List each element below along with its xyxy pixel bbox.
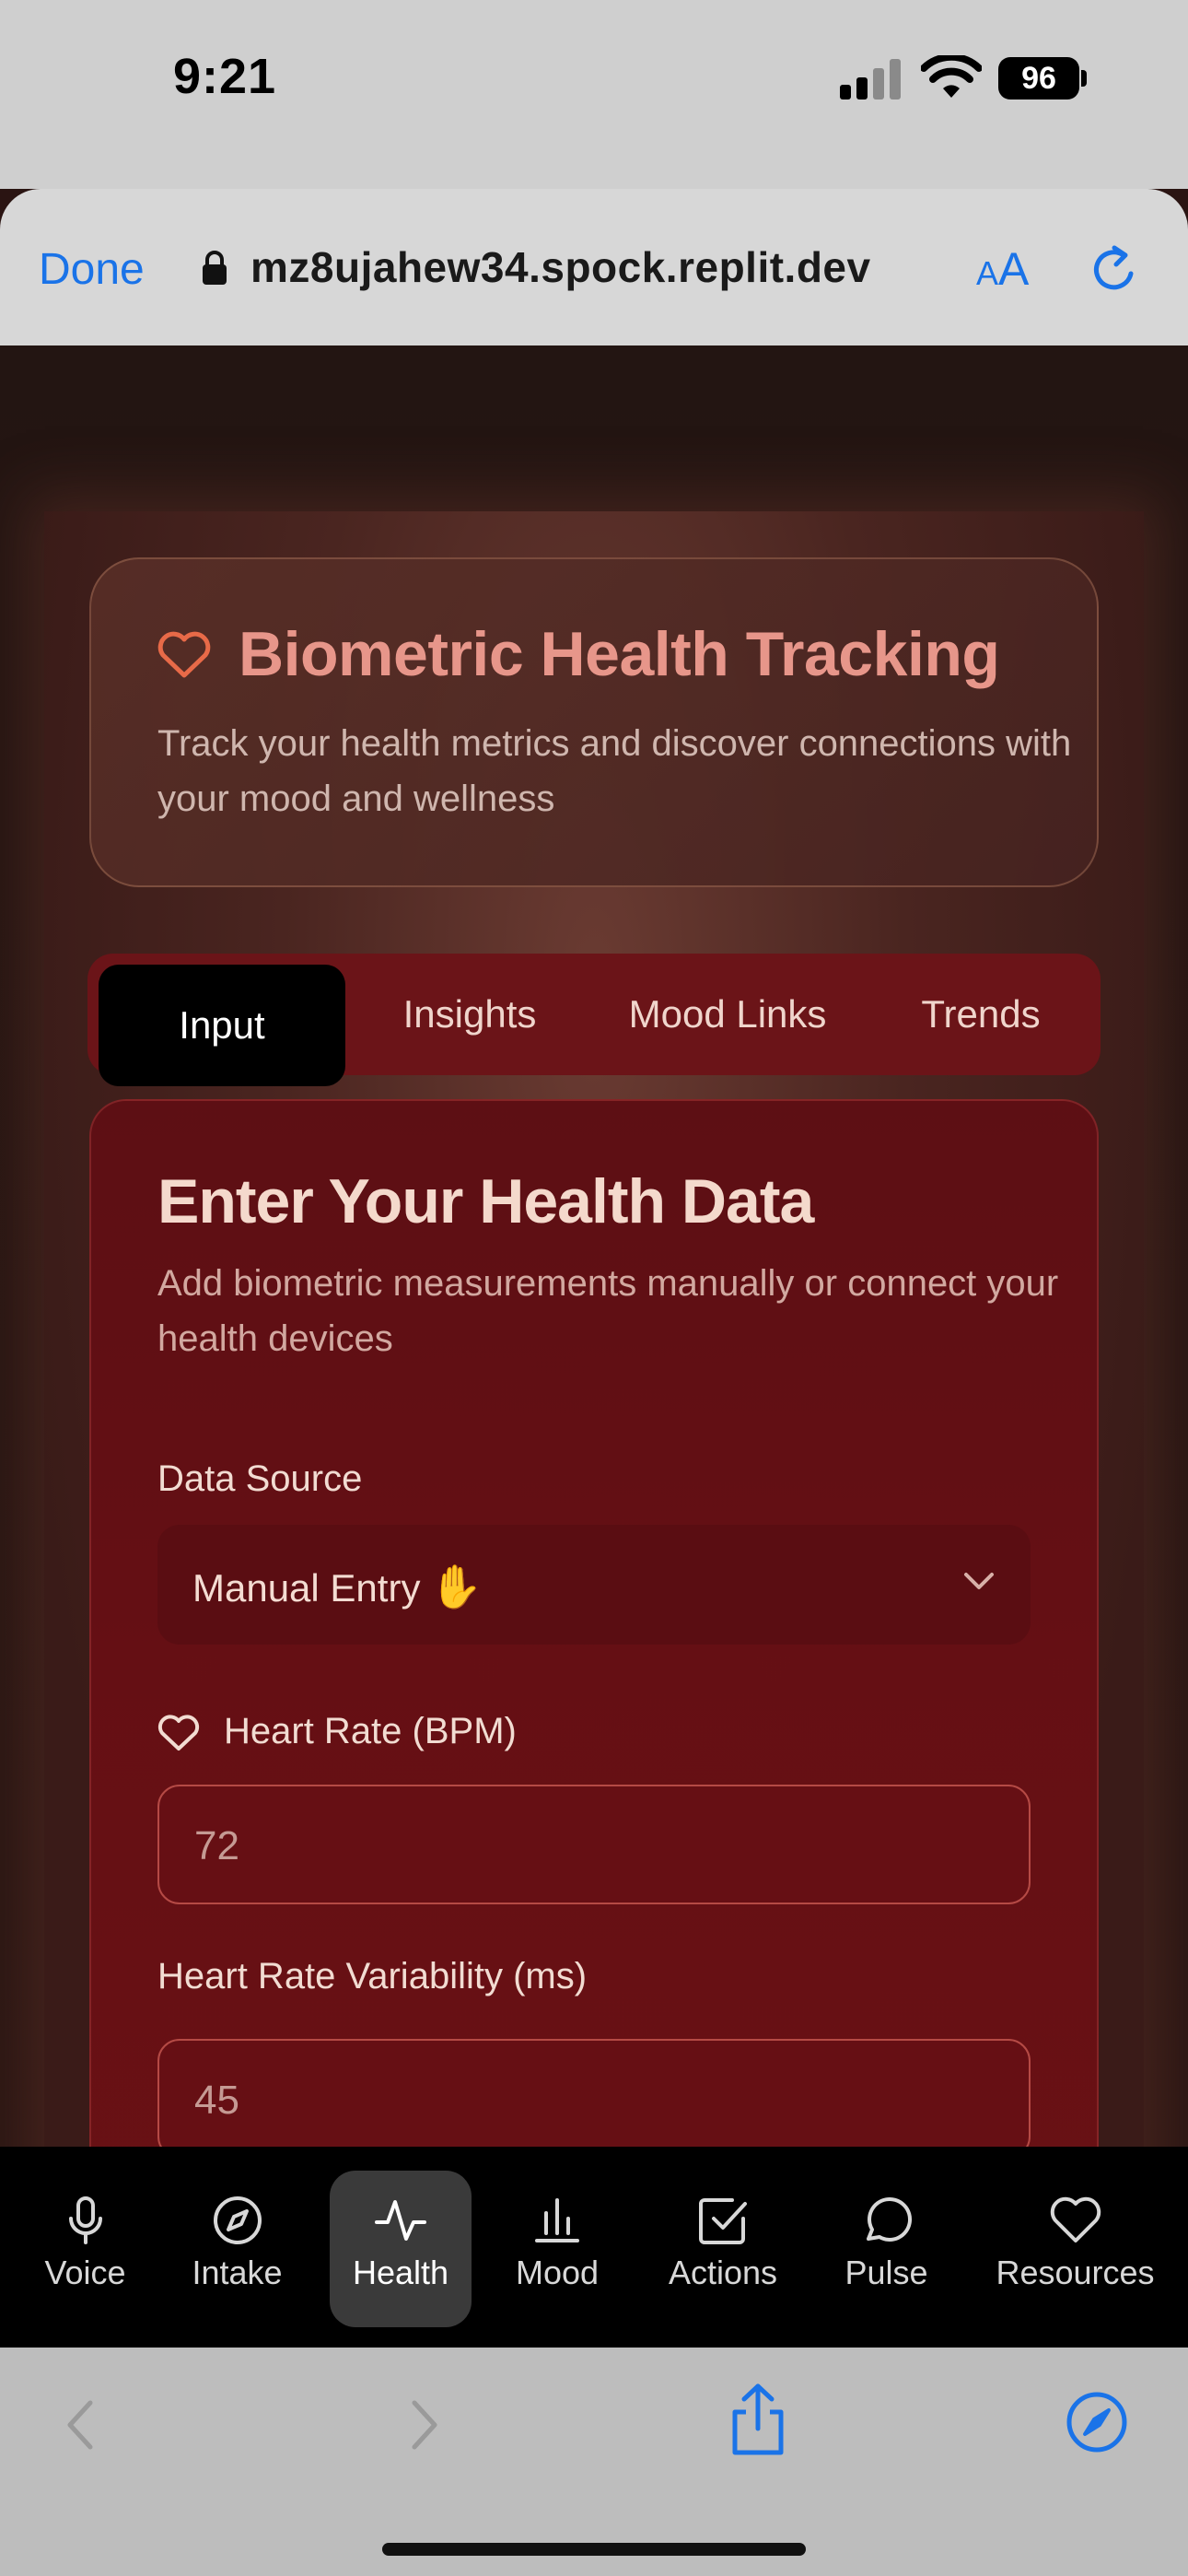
nav-actions-label: Actions [668, 2254, 778, 2291]
hrv-input[interactable]: 45 [157, 2039, 1031, 2159]
heart-rate-placeholder: 72 [194, 1823, 239, 1868]
hrv-label: Heart Rate Variability (ms) [157, 1956, 588, 1996]
share-icon[interactable] [728, 2381, 788, 2458]
nav-pulse[interactable]: Pulse [820, 2171, 953, 2327]
done-button[interactable]: Done [39, 244, 145, 295]
forward-icon[interactable] [405, 2397, 442, 2453]
reload-icon[interactable] [1087, 242, 1142, 298]
back-icon[interactable] [63, 2397, 99, 2453]
form-title: Enter Your Health Data [157, 1166, 814, 1236]
safari-compass-icon[interactable] [1065, 2390, 1129, 2454]
nav-voice-label: Voice [44, 2254, 126, 2291]
data-source-value-text: Manual Entry [192, 1566, 421, 1610]
battery-tip [1081, 70, 1087, 87]
activity-icon [375, 2200, 426, 2241]
heart-icon [1050, 2196, 1101, 2242]
reader-text-size-button[interactable]: AA [976, 242, 1029, 296]
battery-indicator: 96 [998, 57, 1079, 100]
nav-actions[interactable]: Actions [649, 2171, 797, 2327]
heart-rate-heart-icon [157, 1715, 200, 1751]
hero-card: Biometric Health Tracking Track your hea… [89, 557, 1099, 887]
mic-icon [68, 2196, 102, 2244]
browser-toolbar [0, 2348, 1188, 2576]
heart-rate-label: Heart Rate (BPM) [224, 1711, 517, 1751]
page-title: Biometric Health Tracking [239, 619, 1000, 689]
heart-icon [157, 631, 211, 678]
aa-small-label: A [976, 254, 999, 292]
nav-pulse-label: Pulse [844, 2254, 928, 2291]
page-subtitle: Track your health metrics and discover c… [157, 723, 1072, 819]
nav-resources-label: Resources [996, 2254, 1155, 2291]
tab-insights[interactable]: Insights [359, 954, 580, 1075]
browser-address-bar: Done mz8ujahew34.spock.replit.dev AA [0, 189, 1188, 345]
nav-health[interactable]: Health [330, 2171, 472, 2327]
aa-big-label: A [998, 243, 1030, 295]
nav-mood-label: Mood [515, 2254, 600, 2291]
tab-mood-links[interactable]: Mood Links [603, 954, 852, 1075]
heart-rate-input[interactable]: 72 [157, 1785, 1031, 1904]
nav-health-label: Health [352, 2254, 449, 2291]
data-source-value: Manual Entry ✋ [192, 1562, 483, 1612]
bar-chart-icon [535, 2198, 579, 2242]
tab-input[interactable]: Input [99, 965, 345, 1086]
hand-emoji: ✋ [429, 1563, 483, 1610]
tab-trends[interactable]: Trends [875, 954, 1087, 1075]
cellular-signal-icon [840, 59, 904, 100]
data-source-label: Data Source [157, 1458, 363, 1499]
compass-icon [213, 2196, 262, 2244]
url-field[interactable]: mz8ujahew34.spock.replit.dev [250, 242, 871, 292]
app-bottom-nav: Voice Intake Health Mood Actions Pulse R… [0, 2147, 1188, 2348]
nav-intake[interactable]: Intake [170, 2171, 304, 2327]
wifi-icon [921, 55, 982, 98]
nav-resources[interactable]: Resources [981, 2171, 1170, 2327]
data-source-select[interactable]: Manual Entry ✋ [157, 1525, 1031, 1645]
web-page: Biometric Health Tracking Track your hea… [0, 345, 1188, 2348]
message-circle-icon [866, 2196, 912, 2242]
form-description: Add biometric measurements manually or c… [157, 1263, 1059, 1359]
nav-intake-label: Intake [192, 2254, 283, 2291]
chevron-down-icon [964, 1573, 994, 1589]
tab-bar: Input Insights Mood Links Trends [87, 954, 1101, 1086]
status-time: 9:21 [173, 49, 277, 104]
hrv-placeholder: 45 [194, 2078, 239, 2123]
home-indicator [382, 2543, 806, 2556]
nav-voice[interactable]: Voice [18, 2171, 152, 2327]
nav-mood[interactable]: Mood [493, 2171, 622, 2327]
lock-icon [203, 251, 227, 285]
status-bar: 9:21 96 [0, 0, 1188, 189]
check-square-icon [699, 2198, 747, 2244]
